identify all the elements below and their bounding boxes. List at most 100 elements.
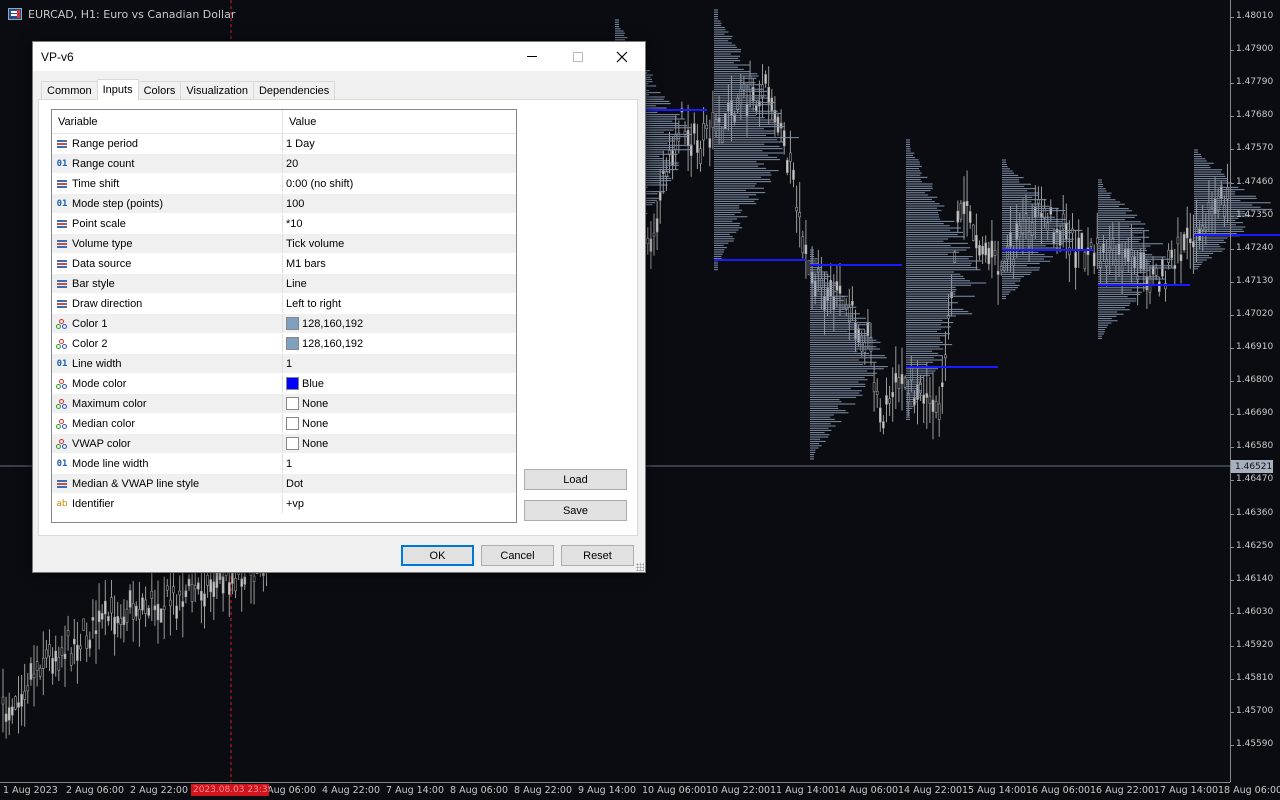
input-value-cell[interactable]: Blue — [283, 374, 516, 393]
input-variable-cell[interactable]: Data source — [52, 254, 283, 273]
candle-body — [922, 394, 926, 404]
input-row[interactable]: Median & VWAP line style Dot — [52, 474, 516, 494]
input-value-cell[interactable]: Dot — [283, 474, 516, 493]
input-row[interactable]: 01 Range count 20 — [52, 154, 516, 174]
input-variable-cell[interactable]: 01 Range count — [52, 154, 283, 173]
variable-column-header[interactable]: Variable — [52, 110, 283, 134]
color-swatch[interactable] — [286, 317, 299, 330]
input-value-cell[interactable]: None — [283, 434, 516, 453]
input-value-cell[interactable]: Left to right — [283, 294, 516, 313]
input-value-cell[interactable]: None — [283, 414, 516, 433]
save-button[interactable]: Save — [524, 500, 627, 521]
candle-body — [54, 650, 58, 662]
input-row[interactable]: Color 2 128,160,192 — [52, 334, 516, 354]
input-row[interactable]: Range period 1 Day — [52, 134, 516, 154]
candle-body — [925, 393, 929, 398]
input-row[interactable]: VWAP color None — [52, 434, 516, 454]
input-value-cell[interactable]: 1 — [283, 454, 516, 473]
candle-body — [175, 605, 178, 619]
color-swatch[interactable] — [286, 437, 299, 450]
candle-body — [234, 577, 237, 592]
tab-common[interactable]: Common — [41, 81, 98, 100]
tab-inputs[interactable]: Inputs — [96, 79, 139, 100]
tab-dependencies[interactable]: Dependencies — [252, 81, 336, 100]
ok-button[interactable]: OK — [401, 545, 474, 566]
maximize-button[interactable] — [555, 42, 601, 71]
input-variable-cell[interactable]: Bar style — [52, 274, 283, 293]
input-name: Mode step (points) — [72, 197, 164, 210]
input-variable-cell[interactable]: Range period — [52, 134, 283, 153]
candle-body — [94, 630, 98, 635]
dialog-titlebar[interactable]: VP-v6 — [33, 42, 645, 71]
candle-body — [804, 244, 808, 254]
input-row[interactable]: 01 Mode line width 1 — [52, 454, 516, 474]
input-row[interactable]: 01 Mode step (points) 100 — [52, 194, 516, 214]
input-row[interactable]: Color 1 128,160,192 — [52, 314, 516, 334]
input-row[interactable]: ab Identifier +vp — [52, 494, 516, 514]
input-value-cell[interactable]: 100 — [283, 194, 516, 213]
enum-type-icon — [56, 238, 68, 250]
input-value-cell[interactable]: Tick volume — [283, 234, 516, 253]
price-label: 1.46470 — [1236, 474, 1274, 484]
cancel-button[interactable]: Cancel — [481, 545, 554, 566]
input-value-cell[interactable]: None — [283, 394, 516, 413]
input-variable-cell[interactable]: Mode color — [52, 374, 283, 393]
input-variable-cell[interactable]: Maximum color — [52, 394, 283, 413]
input-row[interactable]: 01 Line width 1 — [52, 354, 516, 374]
input-variable-cell[interactable]: ab Identifier — [52, 494, 283, 513]
input-variable-cell[interactable]: Median & VWAP line style — [52, 474, 283, 493]
input-variable-cell[interactable]: Volume type — [52, 234, 283, 253]
candle-body — [692, 123, 696, 134]
price-tick — [1230, 216, 1234, 217]
input-variable-cell[interactable]: Point scale — [52, 214, 283, 233]
input-row[interactable]: Time shift 0:00 (no shift) — [52, 174, 516, 194]
input-variable-cell[interactable]: Draw direction — [52, 294, 283, 313]
input-value-cell[interactable]: 20 — [283, 154, 516, 173]
tab-colors[interactable]: Colors — [137, 81, 182, 100]
input-value-cell[interactable]: 128,160,192 — [283, 334, 516, 353]
input-row[interactable]: Draw direction Left to right — [52, 294, 516, 314]
minimize-button[interactable] — [509, 42, 555, 71]
input-variable-cell[interactable]: Color 2 — [52, 334, 283, 353]
candle-body — [711, 112, 715, 128]
candle-body — [1099, 261, 1102, 268]
color-swatch[interactable] — [286, 417, 299, 430]
input-row[interactable]: Mode color Blue — [52, 374, 516, 394]
input-value-cell[interactable]: +vp — [283, 494, 516, 513]
input-variable-cell[interactable]: VWAP color — [52, 434, 283, 453]
input-variable-cell[interactable]: 01 Mode line width — [52, 454, 283, 473]
input-variable-cell[interactable]: 01 Mode step (points) — [52, 194, 283, 213]
input-value-cell[interactable]: *10 — [283, 214, 516, 233]
input-variable-cell[interactable]: 01 Line width — [52, 354, 283, 373]
inputs-grid[interactable]: Variable Value Range period 1 Day 01 Range … — [51, 109, 517, 523]
candle-body — [745, 103, 749, 117]
input-variable-cell[interactable]: Time shift — [52, 174, 283, 193]
input-value-cell[interactable]: 128,160,192 — [283, 314, 516, 333]
input-row[interactable]: Data source M1 bars — [52, 254, 516, 274]
price-tick — [1230, 183, 1234, 184]
load-button[interactable]: Load — [524, 469, 627, 490]
input-variable-cell[interactable]: Median color — [52, 414, 283, 433]
reset-button[interactable]: Reset — [561, 545, 634, 566]
input-value-cell[interactable]: 1 Day — [283, 134, 516, 153]
color-swatch[interactable] — [286, 337, 299, 350]
input-variable-cell[interactable]: Color 1 — [52, 314, 283, 333]
input-row[interactable]: Median color None — [52, 414, 516, 434]
input-value-cell[interactable]: 0:00 (no shift) — [283, 174, 516, 193]
inputs-panel: Variable Value Range period 1 Day 01 Range … — [38, 99, 638, 536]
input-row[interactable]: Point scale *10 — [52, 214, 516, 234]
input-row[interactable]: Maximum color None — [52, 394, 516, 414]
chart-symbol-label: EURCAD, H1: Euro vs Canadian Dollar — [28, 7, 236, 21]
color-swatch[interactable] — [286, 377, 299, 390]
price-label: 1.46690 — [1236, 408, 1274, 418]
value-column-header[interactable]: Value — [283, 110, 514, 134]
input-row[interactable]: Volume type Tick volume — [52, 234, 516, 254]
input-row[interactable]: Bar style Line — [52, 274, 516, 294]
input-value-cell[interactable]: Line — [283, 274, 516, 293]
resize-grip-icon[interactable] — [636, 563, 644, 571]
tab-visualization[interactable]: Visualization — [180, 81, 254, 100]
close-button[interactable] — [599, 42, 645, 71]
input-value-cell[interactable]: 1 — [283, 354, 516, 373]
input-value-cell[interactable]: M1 bars — [283, 254, 516, 273]
color-swatch[interactable] — [286, 397, 299, 410]
